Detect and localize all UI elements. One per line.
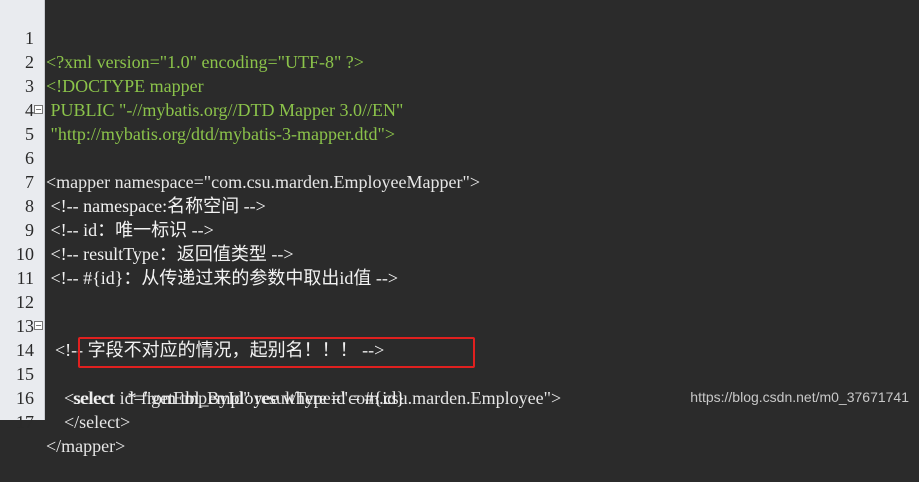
code-line-10[interactable]: 10 <!-- #{id}：从传递过来的参数中取出id值 --> xyxy=(0,218,919,288)
code-line-13[interactable]: 13 <!-- 字段不对应的情况，起别名！！！ --> xyxy=(0,290,919,360)
fold-toggle-icon[interactable]: − xyxy=(34,105,43,114)
select-close-tag[interactable]: </select> xyxy=(46,410,130,434)
line-number: 17 xyxy=(16,412,34,432)
code-editor[interactable]: 1 <?xml version="1.0" encoding="UTF-8" ?… xyxy=(0,0,919,456)
code-line-7[interactable]: 7 <!-- namespace:名称空间 --> xyxy=(0,146,919,216)
code-line-4[interactable]: 4 "http://mybatis.org/dtd/mybatis-3-mapp… xyxy=(0,74,919,144)
code-line-6[interactable]: 6 xyxy=(0,122,919,168)
sql-highlight-box xyxy=(78,337,475,368)
code-line-2[interactable]: 2 <!DOCTYPE mapper xyxy=(0,26,919,96)
mapper-close-tag[interactable]: </mapper> xyxy=(46,434,125,458)
code-line-5[interactable]: 5 − <mapper namespace="com.csu.marden.Em… xyxy=(0,98,919,192)
code-line-12[interactable]: 12 xyxy=(0,266,919,312)
code-line-3[interactable]: 3 PUBLIC "-//mybatis.org//DTD Mapper 3.0… xyxy=(0,50,919,120)
code-line-1[interactable]: 1 <?xml version="1.0" encoding="UTF-8" ?… xyxy=(0,2,919,72)
code-line-8[interactable]: 8 <!-- id：唯一标识 --> xyxy=(0,170,919,240)
code-line-14[interactable]: 14 − <select id="getEmpById" resultType=… xyxy=(0,314,919,408)
fold-toggle-icon[interactable]: − xyxy=(34,321,43,330)
code-line-11[interactable]: 11 xyxy=(0,242,919,288)
watermark: https://blog.csdn.net/m0_37671741 xyxy=(690,389,909,405)
code-line-9[interactable]: 9 <!-- resultType：返回值类型 --> xyxy=(0,194,919,264)
